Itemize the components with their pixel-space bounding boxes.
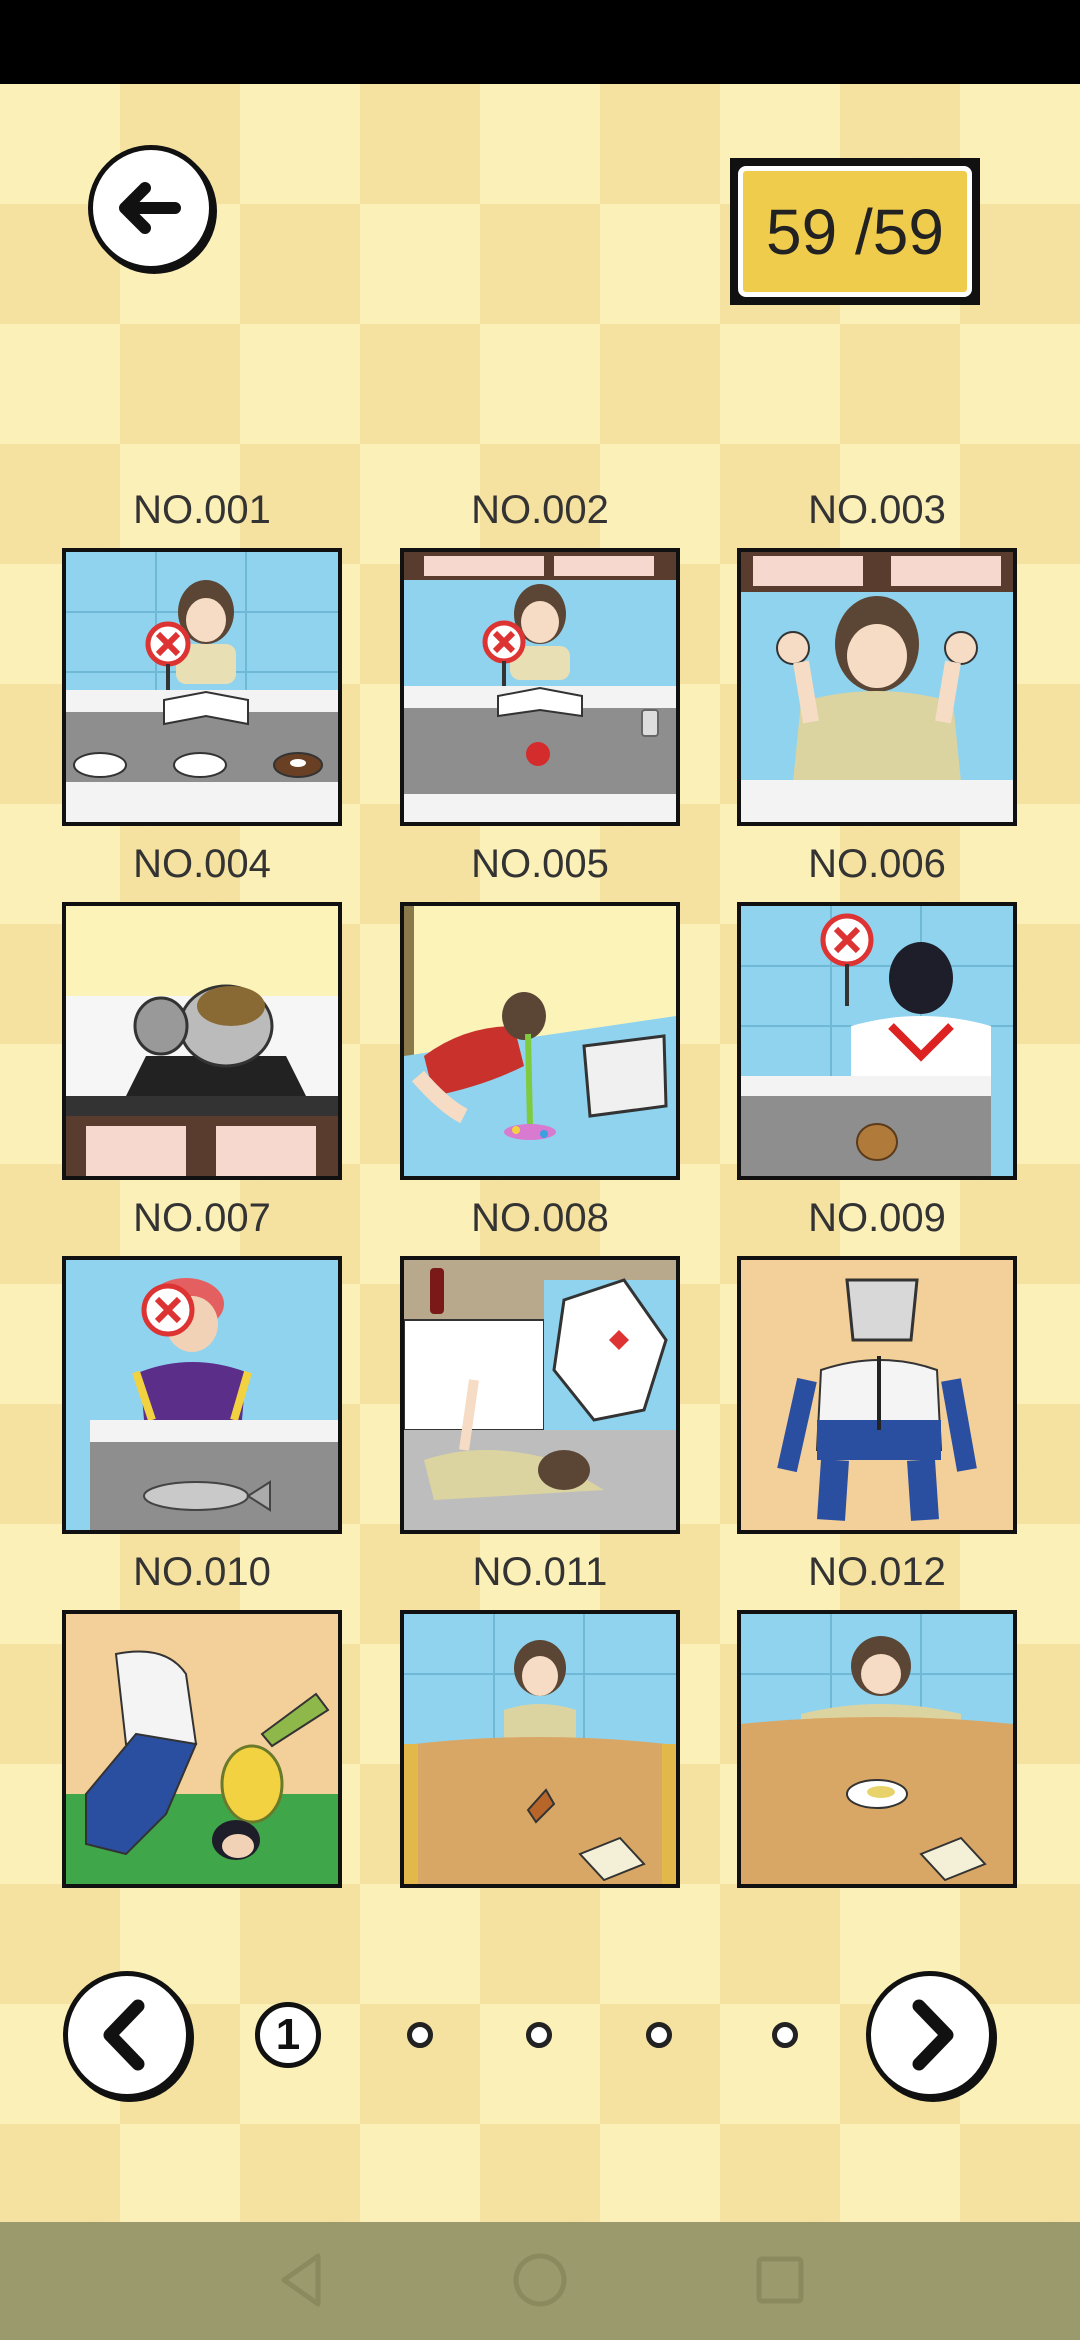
level-tile-002[interactable] xyxy=(400,548,680,826)
level-tile-001[interactable] xyxy=(62,548,342,826)
level-label-012: NO.012 xyxy=(808,1550,946,1594)
level-label-009: NO.009 xyxy=(808,1196,946,1240)
system-navigation-bar xyxy=(0,2222,1080,2340)
counter-total: 59 xyxy=(872,195,944,268)
level-tile-011[interactable] xyxy=(400,1610,680,1888)
level-tile-010[interactable] xyxy=(62,1610,342,1888)
circle-home-icon[interactable] xyxy=(513,2253,567,2307)
counter-separator: / xyxy=(837,195,873,268)
level-illustration xyxy=(66,1260,338,1530)
page-indicator-dot[interactable] xyxy=(407,2022,433,2048)
level-tile-008[interactable] xyxy=(400,1256,680,1534)
level-tile-005[interactable] xyxy=(400,902,680,1180)
level-illustration xyxy=(741,906,1013,1176)
level-tile-003[interactable] xyxy=(737,548,1017,826)
level-illustration xyxy=(741,552,1013,822)
back-button[interactable] xyxy=(88,145,214,271)
level-counter-value: 59 / 59 xyxy=(738,166,972,297)
counter-current: 59 xyxy=(766,195,838,268)
level-illustration xyxy=(404,1614,676,1884)
level-tile-007[interactable] xyxy=(62,1256,342,1534)
status-bar xyxy=(0,0,1080,84)
level-label-005: NO.005 xyxy=(471,842,609,886)
level-label-010: NO.010 xyxy=(133,1550,271,1594)
level-label-008: NO.008 xyxy=(471,1196,609,1240)
level-illustration xyxy=(66,906,338,1176)
page-indicator-dot[interactable] xyxy=(526,2022,552,2048)
level-illustration xyxy=(741,1260,1013,1530)
level-tile-004[interactable] xyxy=(62,902,342,1180)
page-indicator-dot[interactable] xyxy=(772,2022,798,2048)
level-tile-012[interactable] xyxy=(737,1610,1017,1888)
level-illustration xyxy=(404,552,676,822)
level-tile-006[interactable] xyxy=(737,902,1017,1180)
level-illustration xyxy=(404,1260,676,1530)
chevron-left-icon xyxy=(103,1999,145,2071)
level-illustration xyxy=(404,906,676,1176)
level-label-003: NO.003 xyxy=(808,488,946,532)
level-illustration xyxy=(66,1614,338,1884)
level-tile-009[interactable] xyxy=(737,1256,1017,1534)
next-page-button[interactable] xyxy=(866,1971,994,2099)
level-illustration xyxy=(66,552,338,822)
level-label-011: NO.011 xyxy=(472,1550,608,1594)
square-recents-icon[interactable] xyxy=(756,2256,804,2304)
prev-page-button[interactable] xyxy=(63,1971,191,2099)
triangle-back-icon[interactable] xyxy=(281,2253,321,2307)
chevron-right-icon xyxy=(912,1999,954,2071)
current-page-number: 1 xyxy=(275,2010,301,2059)
level-illustration xyxy=(741,1614,1013,1884)
level-label-002: NO.002 xyxy=(471,488,609,532)
level-counter: 59 / 59 xyxy=(730,158,980,305)
arrow-left-icon xyxy=(119,182,181,234)
level-label-007: NO.007 xyxy=(133,1196,271,1240)
level-label-001: NO.001 xyxy=(133,488,271,532)
page-indicator-current[interactable]: 1 xyxy=(255,2002,321,2068)
level-label-006: NO.006 xyxy=(808,842,946,886)
page-indicator-dot[interactable] xyxy=(646,2022,672,2048)
level-label-004: NO.004 xyxy=(133,842,271,886)
